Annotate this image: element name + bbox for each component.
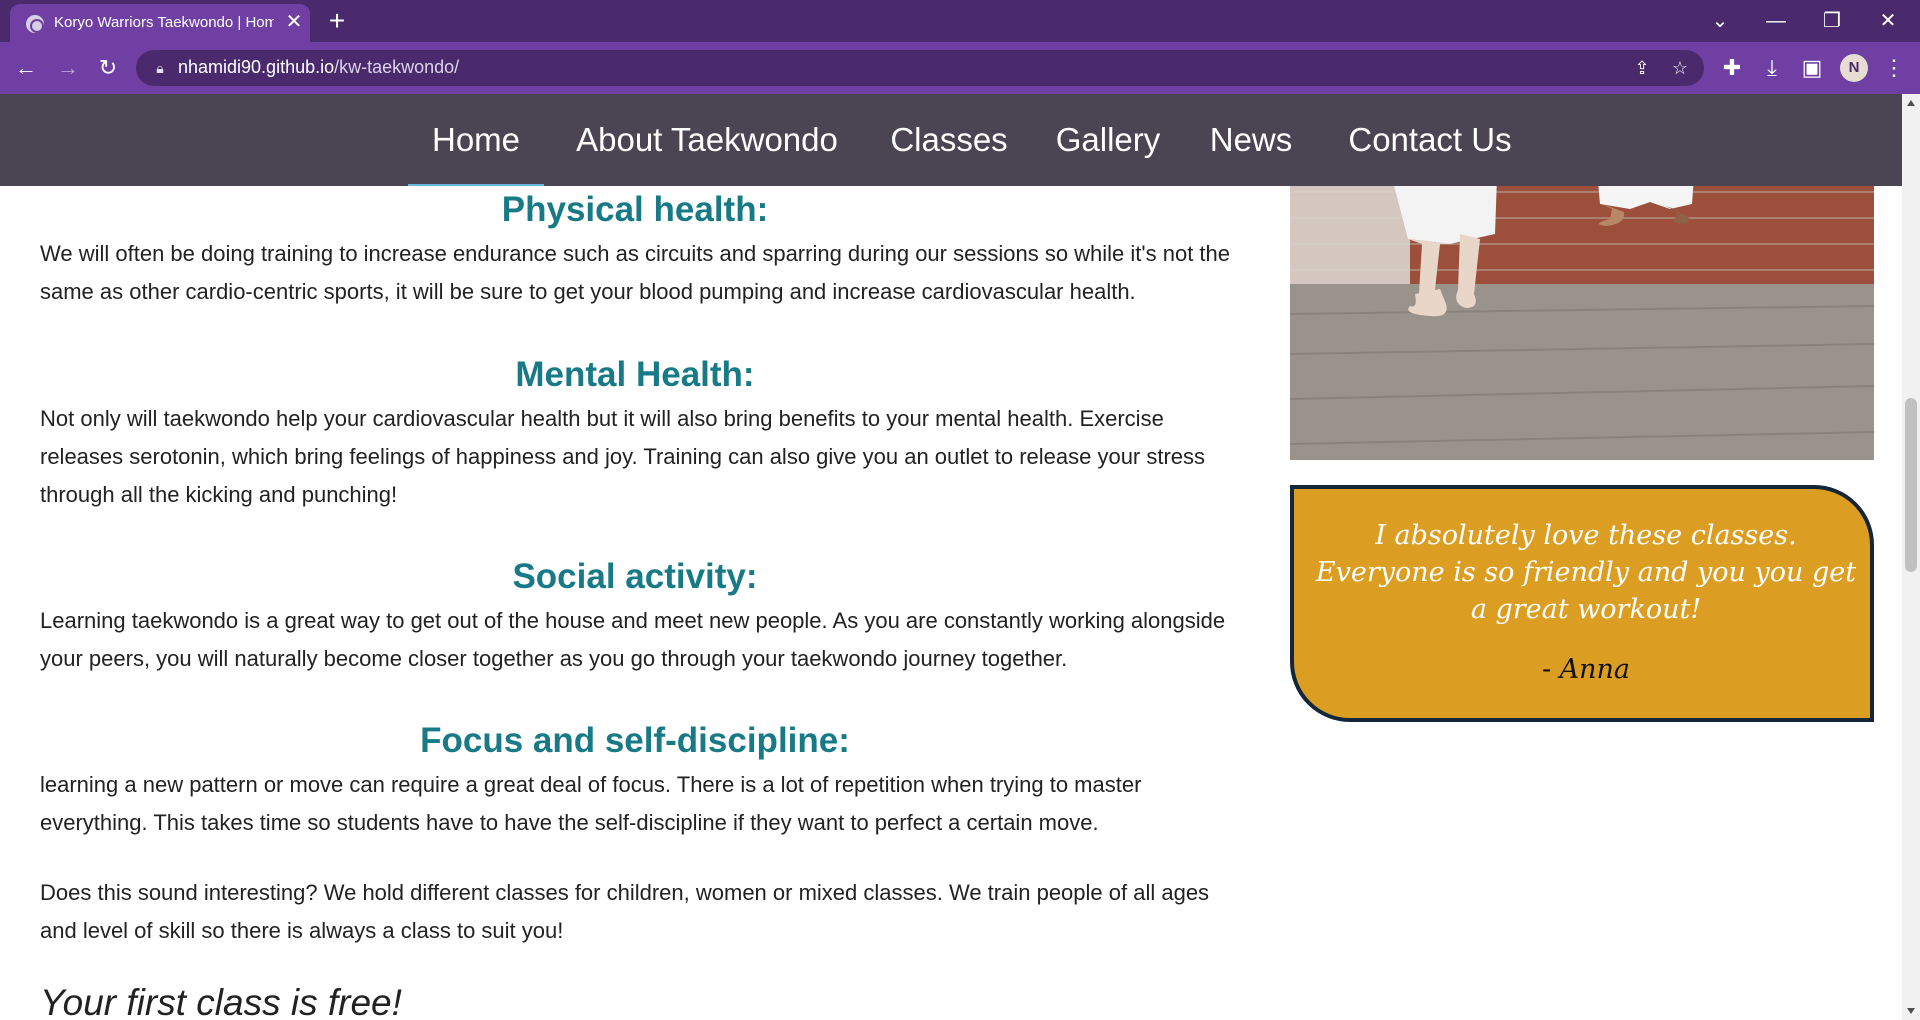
page-viewport: Home About Taekwondo Classes Gallery New… [0,94,1902,1020]
testimonial-quote: I absolutely love these classes. Everyon… [1315,520,1857,625]
download-icon[interactable]: ⤓ [1758,54,1786,82]
url-text: nhamidi90.github.io/kw-taekwondo/ [178,57,459,78]
heading-social-activity: Social activity: [512,557,758,596]
nav-classes[interactable]: Classes [890,94,1008,186]
paragraph-social-activity: Learning taekwondo is a great way to get… [40,608,1226,671]
browser-toolbar: ← → ↻ 🔒︎ nhamidi90.github.io/kw-taekwond… [0,42,1920,94]
lock-icon[interactable]: 🔒︎ [150,58,170,78]
nav-gallery[interactable]: Gallery [1052,94,1164,186]
tab-search-icon[interactable]: ⌄ [1700,6,1740,36]
profile-avatar[interactable]: N [1840,54,1868,82]
close-window-button[interactable]: ✕ [1868,6,1908,36]
scroll-up-arrow-icon[interactable] [1907,100,1915,106]
reload-icon[interactable]: ↻ [94,54,122,82]
nav-home[interactable]: Home [408,94,544,186]
testimonial-author: - Anna [1541,654,1631,685]
heading-focus-discipline: Focus and self-discipline: [420,721,850,760]
page-scrollbar[interactable] [1902,94,1920,1020]
browser-tab-strip: Koryo Warriors Taekwondo | Home ✕ + ⌄ — … [0,0,1920,42]
paragraph-focus-discipline: learning a new pattern or move can requi… [40,772,1142,835]
heading-mental-health: Mental Health: [515,355,755,394]
forward-arrow-icon[interactable]: → [54,54,82,82]
nav-about-taekwondo[interactable]: About Taekwondo [568,94,846,186]
menu-kebab-icon[interactable]: ⋮ [1880,54,1908,82]
address-bar[interactable]: 🔒︎ nhamidi90.github.io/kw-taekwondo/ ⇪ ☆ [136,50,1704,86]
extensions-icon[interactable]: ✚ [1718,54,1746,82]
share-icon[interactable]: ⇪ [1630,56,1654,80]
heading-physical-health: Physical health: [501,190,769,229]
nav-news[interactable]: News [1208,94,1294,186]
paragraph-closing: Does this sound interesting? We hold dif… [40,880,1210,943]
free-class-callout: Your first class is free! [40,982,402,1020]
scroll-down-arrow-icon[interactable] [1907,1008,1915,1014]
paragraph-mental-health: Not only will taekwondo help your cardio… [40,406,1206,507]
close-tab-icon[interactable]: ✕ [282,10,306,34]
scroll-thumb[interactable] [1905,398,1917,572]
globe-icon [26,15,44,33]
url-host: nhamidi90.github.io [178,57,335,77]
back-arrow-icon[interactable]: ← [12,54,40,82]
testimonial-card: I absolutely love these classes. Everyon… [1290,485,1874,722]
browser-tab-active[interactable]: Koryo Warriors Taekwondo | Home ✕ [10,4,310,42]
nav-contact-us[interactable]: Contact Us [1338,94,1522,186]
site-navbar: Home About Taekwondo Classes Gallery New… [0,94,1902,186]
url-path: /kw-taekwondo/ [334,57,460,77]
side-panel-icon[interactable]: ▣ [1798,54,1826,82]
minimize-button[interactable]: — [1756,6,1796,36]
tab-title: Koryo Warriors Taekwondo | Home [54,14,274,31]
paragraph-physical-health: We will often be doing training to incre… [40,241,1230,304]
restore-button[interactable]: ❐ [1812,6,1852,36]
new-tab-button[interactable]: + [322,6,352,36]
star-icon[interactable]: ☆ [1668,56,1692,80]
